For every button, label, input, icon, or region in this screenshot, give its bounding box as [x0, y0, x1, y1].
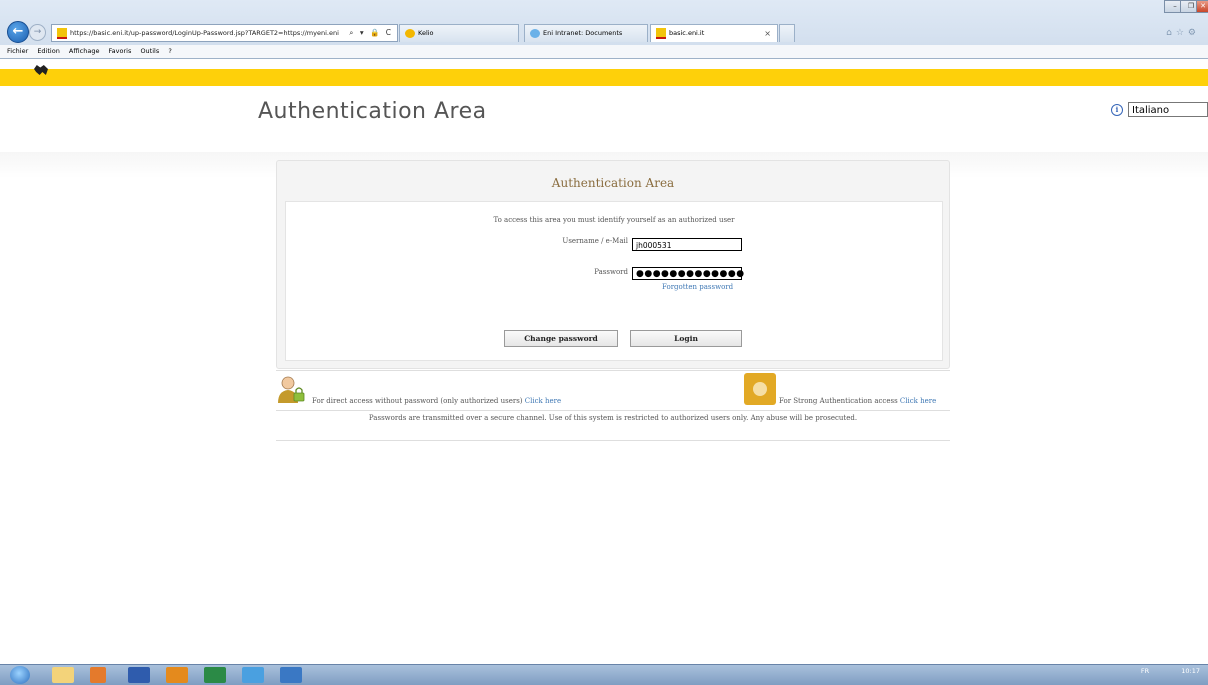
word-icon[interactable]: [128, 667, 150, 683]
system-tray: FR 10:17: [1141, 667, 1200, 675]
start-button-icon[interactable]: [10, 666, 30, 684]
eni-yellow-bar: [0, 69, 1208, 86]
menu-affichage[interactable]: Affichage: [69, 47, 100, 55]
direct-access-text: For direct access without password (only…: [312, 397, 561, 405]
direct-access-label: For direct access without password (only…: [312, 397, 523, 405]
menu-fichier[interactable]: Fichier: [7, 47, 28, 55]
ie-favicon-icon: [530, 28, 540, 38]
tray-clock[interactable]: 10:17: [1181, 667, 1200, 675]
address-controls[interactable]: ⌕ ▾ 🔒 C: [349, 25, 393, 41]
address-bar[interactable]: https://basic.eni.it/up-password/LoginUp…: [51, 24, 398, 42]
tab-label: Kelio: [418, 29, 434, 37]
divider: [276, 410, 950, 411]
tab-eni-intranet[interactable]: Eni Intranet: Documents: [524, 24, 648, 42]
kelio-favicon-icon: [405, 28, 415, 38]
divider: [276, 370, 950, 371]
eni-favicon-icon: [656, 27, 666, 39]
menu-edition[interactable]: Edition: [37, 47, 60, 55]
browser-chrome: ← → https://basic.eni.it/up-password/Log…: [0, 0, 1208, 59]
forgotten-password-link[interactable]: Forgotten password: [662, 283, 733, 291]
tab-basic-eni[interactable]: basic.eni.it ×: [650, 24, 778, 42]
home-favorites-icons[interactable]: ⌂☆⚙: [1166, 28, 1200, 38]
media-player-icon[interactable]: [90, 667, 106, 683]
lock-icon[interactable]: [744, 373, 776, 405]
eni-favicon-icon: [57, 27, 67, 39]
strong-auth-label: For Strong Authentication access: [779, 397, 898, 405]
tab-kelio[interactable]: Kelio: [399, 24, 519, 42]
strong-auth-text: For Strong Authentication access Click h…: [779, 397, 936, 405]
info-icon[interactable]: i: [1111, 104, 1123, 116]
username-input[interactable]: jh000531: [632, 238, 742, 251]
page-title: Authentication Area: [258, 99, 487, 124]
tab-label: basic.eni.it: [669, 29, 705, 37]
auth-panel-title: Authentication Area: [551, 176, 675, 190]
auth-panel: Authentication Area To access this area …: [276, 160, 950, 369]
outlook-icon[interactable]: [166, 667, 188, 683]
back-arrow-icon[interactable]: ←: [7, 21, 29, 43]
user-key-icon: [278, 376, 305, 403]
windows-taskbar: FR 10:17: [0, 664, 1208, 685]
menu-bar: Fichier Edition Affichage Favoris Outils…: [0, 45, 1208, 58]
menu-outils[interactable]: Outils: [140, 47, 159, 55]
divider: [276, 440, 950, 441]
explorer-icon[interactable]: [52, 667, 74, 683]
username-label: Username / e-Mail: [562, 237, 628, 245]
password-input[interactable]: ●●●●●●●●●●●●●: [632, 267, 744, 280]
menu-favoris[interactable]: Favoris: [109, 47, 132, 55]
tab-label: Eni Intranet: Documents: [543, 29, 623, 37]
change-password-button[interactable]: Change password: [504, 330, 618, 347]
language-select[interactable]: Italiano: [1128, 102, 1208, 117]
menu-help[interactable]: ?: [168, 47, 171, 55]
auth-intro-text: To access this area you must identify yo…: [493, 216, 735, 224]
address-url: https://basic.eni.it/up-password/LoginUp…: [70, 29, 339, 37]
close-window-button[interactable]: ✕: [1196, 0, 1208, 13]
password-label: Password: [594, 268, 628, 276]
auth-form: To access this area you must identify yo…: [285, 201, 943, 361]
new-tab-button[interactable]: [779, 24, 795, 42]
lync-icon[interactable]: [280, 667, 302, 683]
tab-close-icon[interactable]: ×: [764, 25, 771, 42]
forward-arrow-icon[interactable]: →: [29, 24, 46, 41]
login-button[interactable]: Login: [630, 330, 742, 347]
excel-icon[interactable]: [204, 667, 226, 683]
direct-access-link[interactable]: Click here: [525, 397, 561, 405]
internet-explorer-icon[interactable]: [242, 667, 264, 683]
security-note: Passwords are transmitted over a secure …: [368, 414, 858, 422]
strong-auth-link[interactable]: Click here: [900, 397, 936, 405]
tray-language[interactable]: FR: [1141, 667, 1149, 675]
